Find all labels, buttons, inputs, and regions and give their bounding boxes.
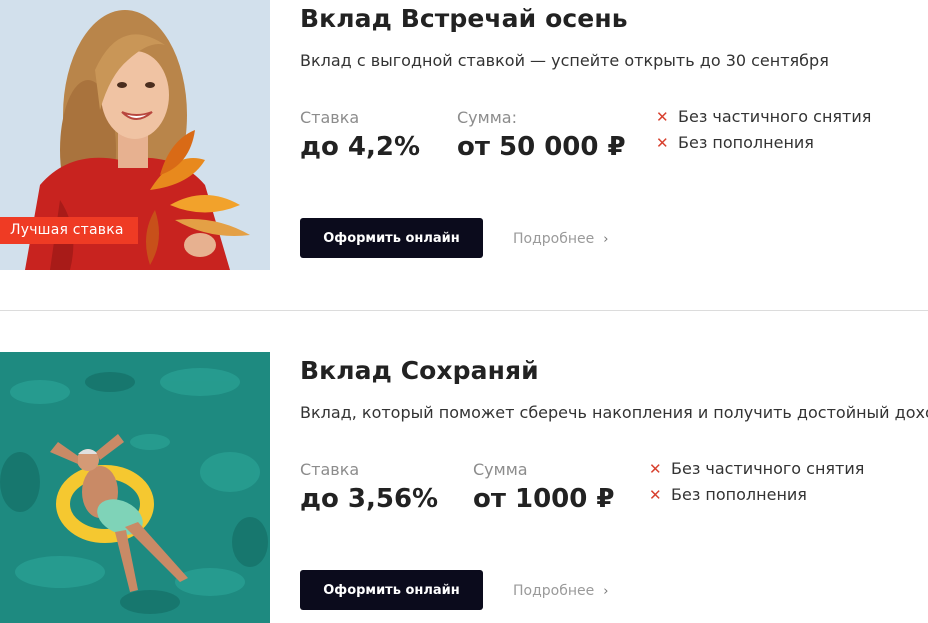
card-divider xyxy=(0,310,928,311)
chevron-right-icon: › xyxy=(603,232,609,247)
more-details-link[interactable]: Подробнее › xyxy=(513,231,608,247)
sum-label: Сумма: xyxy=(457,108,517,127)
apply-online-button[interactable]: Оформить онлайн xyxy=(300,570,483,610)
close-icon: ✕ xyxy=(656,134,669,152)
rate-value: до 3,56% xyxy=(300,484,439,514)
close-icon: ✕ xyxy=(649,460,662,478)
rate-label: Ставка xyxy=(300,460,360,479)
deposit-description: Вклад с выгодной ставкой — успейте откры… xyxy=(300,51,829,70)
rate-label: Ставка xyxy=(300,108,360,127)
deposit-title: Вклад Встречай осень xyxy=(300,4,628,33)
restriction-item: ✕ Без пополнения xyxy=(649,485,807,504)
sum-label: Сумма xyxy=(473,460,528,479)
restriction-item: ✕ Без частичного снятия xyxy=(656,107,872,126)
restriction-item: ✕ Без частичного снятия xyxy=(649,459,865,478)
deposit-description: Вклад, который поможет сберечь накоплени… xyxy=(300,403,928,422)
best-rate-badge: Лучшая ставка xyxy=(0,217,138,244)
deposit-card-autumn: Лучшая ставка Вклад Встречай осень Вклад… xyxy=(0,0,928,270)
deposit-title: Вклад Сохраняй xyxy=(300,356,539,385)
man-floating-photo xyxy=(0,352,270,623)
rate-value: до 4,2% xyxy=(300,132,421,162)
sum-value: от 50 000 ₽ xyxy=(457,132,626,162)
chevron-right-icon: › xyxy=(603,584,609,599)
restriction-item: ✕ Без пополнения xyxy=(656,133,814,152)
more-details-link[interactable]: Подробнее › xyxy=(513,583,608,599)
close-icon: ✕ xyxy=(649,486,662,504)
close-icon: ✕ xyxy=(656,108,669,126)
sum-value: от 1000 ₽ xyxy=(473,484,615,514)
apply-online-button[interactable]: Оформить онлайн xyxy=(300,218,483,258)
